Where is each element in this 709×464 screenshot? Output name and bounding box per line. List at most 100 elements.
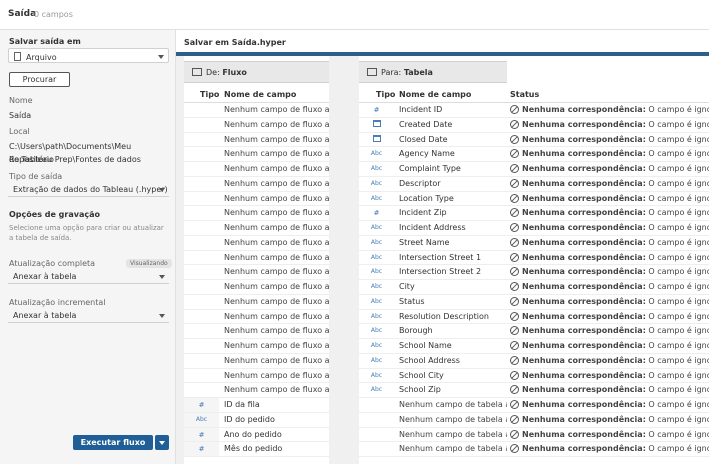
table-row[interactable]: Abc Street Name Nenhuma correspondência: O… — [359, 236, 709, 251]
browse-button[interactable]: Procurar — [9, 72, 70, 87]
table-row[interactable]: Created Date Nenhuma correspondência: O c… — [359, 118, 709, 133]
no-match-text: O campo é ignorado. — [648, 296, 709, 306]
no-match-label: Nenhuma correspondência: — [522, 105, 646, 114]
flow-row[interactable]: Abc ID do pedido — [184, 412, 329, 428]
flow-row[interactable]: Nenhum campo de fluxo atribuído — [184, 162, 329, 177]
table-row[interactable]: Abc Complaint Type Nenhuma correspondência… — [359, 162, 709, 177]
output-type-dropdown[interactable]: Extração de dados do Tableau (.hyper) — [8, 182, 169, 197]
status-no-match: Nenhuma correspondência: O campo é ignor… — [510, 339, 709, 353]
flow-row[interactable]: Nenhum campo de fluxo atribuído — [184, 295, 329, 310]
to-table-card: Para: Tabela — [359, 61, 507, 83]
no-flow-field: Nenhum campo de fluxo atribuído — [224, 341, 329, 350]
table-row[interactable]: Nenhum campo de tabela atribuídoNenhuma … — [359, 428, 709, 443]
string-type-icon: Abc — [370, 312, 383, 320]
table-row[interactable]: Nenhum campo de tabela atribuídoNenhuma … — [359, 413, 709, 428]
ignored-icon — [510, 444, 519, 454]
flow-row[interactable]: # ID da fila — [184, 398, 329, 413]
table-row[interactable]: Abc Agency Name Nenhuma correspondência: O… — [359, 147, 709, 162]
ignored-icon — [510, 385, 519, 395]
flow-row[interactable]: Nenhum campo de fluxo atribuído — [184, 118, 329, 133]
no-flow-field: Nenhum campo de fluxo atribuído — [224, 370, 329, 380]
run-flow-button[interactable]: Executar fluxo — [73, 435, 153, 450]
flow-row[interactable]: Nenhum campo de fluxo atribuído — [184, 280, 329, 295]
table-row[interactable]: Abc Resolution Description Nenhuma corresp… — [359, 310, 709, 325]
flow-row[interactable]: Nenhum campo de fluxo atribuído — [184, 206, 329, 221]
table-row[interactable]: Abc School Name Nenhuma correspondência: O… — [359, 339, 709, 354]
table-row[interactable]: Abc School Zip Nenhuma correspondência: O … — [359, 383, 709, 398]
table-row[interactable]: Abc School Address Nenhuma correspondência… — [359, 354, 709, 369]
flow-row[interactable]: Nenhum campo de fluxo atribuído — [184, 177, 329, 192]
flow-row[interactable]: Nenhum campo de fluxo atribuído — [184, 192, 329, 207]
table-row[interactable]: Abc Intersection Street 1 Nenhuma correspo… — [359, 251, 709, 266]
location-label: Local — [9, 127, 30, 136]
flow-row[interactable]: Nenhum campo de fluxo atribuído — [184, 324, 329, 339]
table-row[interactable]: Abc Descriptor Nenhuma correspondência: O … — [359, 177, 709, 192]
ignored-icon — [510, 326, 519, 336]
viewed-badge: Visualizando — [126, 259, 172, 268]
no-match-label: Nenhuma correspondência: — [522, 223, 646, 232]
gutter-left — [176, 56, 184, 464]
no-match-text: O campo é ignorado. — [648, 105, 709, 114]
flow-row[interactable]: Nenhum campo de fluxo atribuído — [184, 147, 329, 162]
table-row[interactable]: Abc Intersection Street 2 Nenhuma correspo… — [359, 265, 709, 280]
flow-row[interactable]: # Mês do pedido — [184, 442, 329, 457]
no-match-label: Nenhuma correspondência: — [522, 370, 646, 380]
no-match-text: O campo é ignorado. — [648, 414, 709, 424]
flow-row[interactable]: Nenhum campo de fluxo atribuído — [184, 133, 329, 148]
flow-row[interactable]: Nenhum campo de fluxo atribuído — [184, 265, 329, 280]
table-row[interactable]: Abc Incident Address Nenhuma correspondênc… — [359, 221, 709, 236]
table-row[interactable]: Closed Date Nenhuma correspondência: O ca… — [359, 133, 709, 148]
flow-row[interactable]: Nenhum campo de fluxo atribuído — [184, 310, 329, 325]
no-table-field: Nenhum campo de tabela atribuído — [399, 414, 507, 424]
no-flow-field: Nenhum campo de fluxo atribuído — [224, 267, 329, 277]
flow-row[interactable]: Nenhum campo de fluxo atribuído — [184, 236, 329, 251]
status-no-match: Nenhuma correspondência: O campo é ignor… — [510, 310, 709, 324]
string-type-icon: Abc — [370, 297, 383, 305]
save-output-dropdown[interactable]: Arquivo — [8, 48, 169, 63]
full-refresh-dropdown[interactable]: Anexar à tabela — [8, 269, 169, 284]
flow-row[interactable]: Nenhum campo de fluxo atribuído — [184, 221, 329, 236]
no-flow-field: Nenhum campo de fluxo atribuído — [224, 237, 329, 247]
status-no-match: Nenhuma correspondência: O campo é ignor… — [510, 118, 709, 132]
table-row[interactable]: Abc School City Nenhuma correspondência: O… — [359, 369, 709, 384]
incremental-dropdown[interactable]: Anexar à tabela — [8, 308, 169, 323]
flow-row[interactable]: Nenhum campo de fluxo atribuído — [184, 383, 329, 398]
string-type-icon: Abc — [370, 268, 383, 276]
flow-row[interactable]: # Ano do pedido — [184, 427, 329, 443]
flow-row[interactable]: Nenhum campo de fluxo atribuído — [184, 103, 329, 118]
table-row[interactable]: Abc City Nenhuma correspondência: O campo … — [359, 280, 709, 295]
table-row[interactable]: Nenhum campo de tabela atribuídoNenhuma … — [359, 398, 709, 413]
no-match-label: Nenhuma correspondência: — [522, 296, 646, 306]
ignored-icon — [510, 134, 519, 144]
table-row[interactable]: # Incident Zip Nenhuma correspondência: O … — [359, 206, 709, 221]
col-tipo: Tipo — [376, 90, 396, 99]
run-flow-menu-button[interactable] — [155, 435, 169, 450]
full-refresh-label: Atualização completa — [9, 259, 96, 268]
flow-field-name: Mês do pedido — [224, 444, 283, 454]
flow-row[interactable]: Nenhum campo de fluxo atribuído — [184, 354, 329, 369]
no-flow-field: Nenhum campo de fluxo atribuído — [224, 164, 329, 173]
flow-row[interactable]: Nenhum campo de fluxo atribuído — [184, 369, 329, 384]
table-row[interactable]: Abc Borough Nenhuma correspondência: O cam… — [359, 324, 709, 339]
table-field-name: City — [399, 282, 415, 291]
table-row[interactable]: Nenhum campo de tabela atribuídoNenhuma … — [359, 442, 709, 457]
no-flow-field: Nenhum campo de fluxo atribuído — [224, 311, 329, 321]
location-line-2[interactable]: do Tableau Prep\Fontes de dados — [9, 153, 141, 166]
col-status: Status — [510, 90, 540, 99]
table-row[interactable]: Abc Status Nenhuma correspondência: O camp… — [359, 295, 709, 310]
table-field-name: Agency Name — [399, 149, 455, 159]
gutter-middle — [329, 56, 359, 464]
string-type-icon: Abc — [370, 356, 383, 364]
no-match-label: Nenhuma correspondência: — [522, 193, 646, 203]
status-no-match: Nenhuma correspondência: O campo é ignor… — [510, 428, 709, 442]
name-input[interactable]: Saída — [9, 109, 31, 122]
table-row[interactable]: Abc Location Type Nenhuma correspondência:… — [359, 192, 709, 207]
flow-row[interactable]: Nenhum campo de fluxo atribuído — [184, 251, 329, 266]
output-type-value: Extração de dados do Tableau (.hyper) — [13, 185, 168, 194]
no-table-field: Nenhum campo de tabela atribuído — [399, 444, 507, 454]
string-type-icon: Abc — [370, 327, 383, 335]
table-row[interactable]: # Incident ID Nenhuma correspondência: O c… — [359, 103, 709, 118]
save-output-value: Arquivo — [26, 53, 57, 62]
table-field-name: School Zip — [399, 385, 441, 395]
flow-row[interactable]: Nenhum campo de fluxo atribuído — [184, 339, 329, 354]
